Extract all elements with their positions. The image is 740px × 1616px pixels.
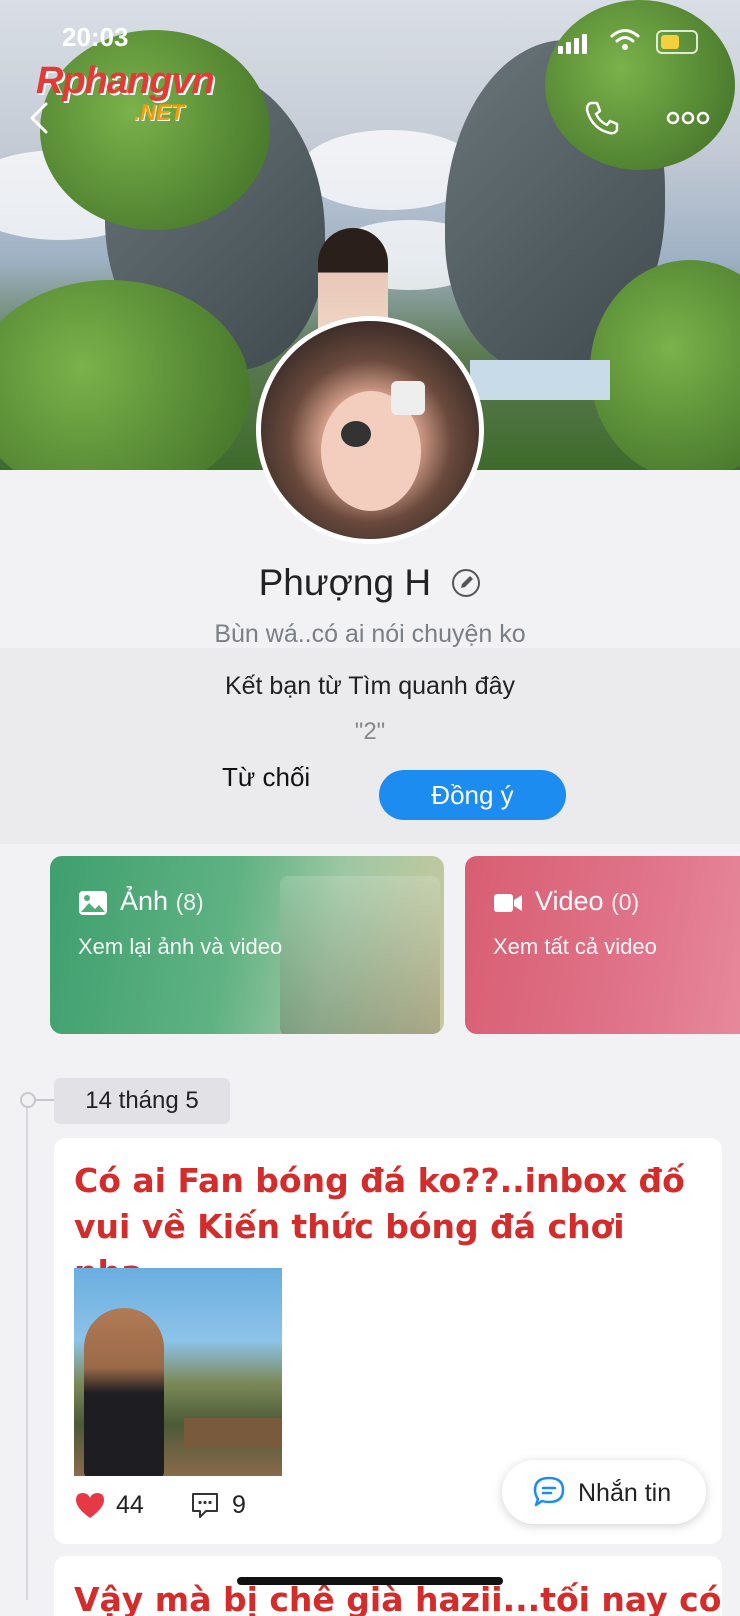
comment-count-row[interactable]: 9 [190, 1490, 246, 1520]
profile-name: Phượng H [258, 562, 432, 604]
home-indicator[interactable] [237, 1577, 503, 1585]
comment-count: 9 [232, 1490, 246, 1519]
edit-pencil-icon[interactable] [451, 568, 481, 598]
status-time: 20:03 [62, 22, 129, 52]
watermark-domain: .NET [134, 100, 185, 125]
reject-button[interactable]: Từ chối [222, 762, 310, 793]
post-image-person [84, 1308, 164, 1476]
timeline-line [26, 1100, 28, 1600]
video-camera-icon [494, 893, 522, 912]
panda-sticker [341, 421, 371, 447]
friend-request-panel: Kết bạn từ Tìm quanh đây "2" Từ chối Đồn… [0, 648, 740, 844]
photos-title-text: Ảnh [120, 886, 169, 916]
accept-button[interactable]: Đồng ý [379, 770, 566, 820]
videos-card-title: Video (0) [493, 886, 639, 917]
friend-request-message: "2" [354, 718, 386, 745]
battery-icon [656, 30, 698, 54]
profile-bio: Bùn wá..có ai nói chuyện ko [214, 620, 526, 648]
avatar[interactable] [256, 316, 484, 544]
photos-card[interactable]: Ảnh (8) Xem lại ảnh và video [50, 856, 444, 1034]
image-icon [79, 890, 107, 915]
comment-icon[interactable] [190, 1490, 220, 1520]
heart-icon[interactable] [74, 1491, 106, 1519]
lake [470, 360, 610, 400]
videos-card[interactable]: Video (0) Xem tất cả video [465, 856, 740, 1034]
post-image[interactable] [74, 1268, 282, 1476]
phone-call-icon[interactable] [582, 98, 622, 138]
like-count-row[interactable]: 44 [74, 1490, 144, 1520]
send-message-button[interactable]: Nhắn tin [502, 1460, 706, 1524]
sticker [391, 381, 425, 415]
more-options-icon[interactable] [666, 108, 710, 128]
wifi-icon [610, 29, 640, 50]
timeline-connector [34, 1099, 54, 1101]
timeline-date-badge: 14 tháng 5 [54, 1078, 230, 1124]
timeline-post-next[interactable]: Vậy mà bị chê già hazii...tối nay có [54, 1556, 722, 1616]
photos-count: (8) [175, 889, 204, 915]
videos-count: (0) [611, 889, 640, 915]
like-count: 44 [116, 1490, 144, 1519]
videos-card-subtitle: Xem tất cả video [493, 934, 657, 959]
status-bar: 20:03 [0, 22, 740, 58]
profile-name-row: Phượng H [0, 560, 740, 604]
back-arrow-icon[interactable] [22, 100, 58, 136]
chat-bubble-icon [533, 1476, 565, 1507]
friend-request-source: Kết bạn từ Tìm quanh đây [224, 672, 516, 700]
photos-card-subtitle: Xem lại ảnh và video [78, 934, 283, 959]
videos-title-text: Video [535, 886, 604, 916]
send-message-label: Nhắn tin [578, 1479, 672, 1507]
cellular-signal-icon [558, 34, 590, 54]
watermark-logo: Rphangvn [36, 60, 215, 102]
photos-card-title: Ảnh (8) [78, 886, 204, 917]
photos-card-preview [280, 876, 440, 1034]
post-image-table [184, 1418, 282, 1448]
next-post-text: Vậy mà bị chê già hazii...tối nay có [74, 1580, 722, 1616]
